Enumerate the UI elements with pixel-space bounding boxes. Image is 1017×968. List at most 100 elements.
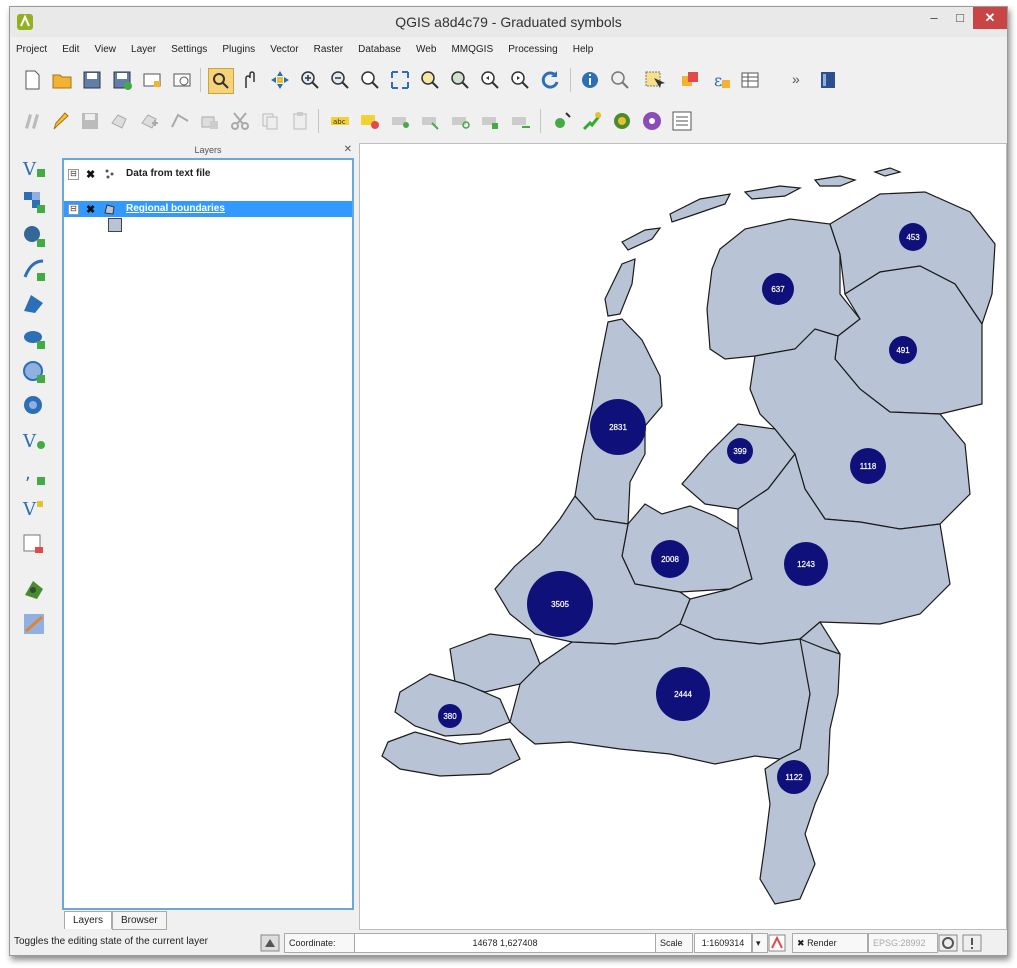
- zoom-full-icon[interactable]: [388, 68, 412, 92]
- pan-map-touch-icon[interactable]: [208, 68, 234, 94]
- field-calculator-icon[interactable]: ε: [708, 68, 732, 92]
- label-move-icon[interactable]: [418, 109, 442, 133]
- menu-database[interactable]: Database: [352, 41, 407, 59]
- new-shapefile-icon[interactable]: V: [21, 495, 47, 521]
- add-raster-layer-icon[interactable]: [21, 189, 47, 215]
- add-wms-layer-icon[interactable]: [21, 359, 47, 385]
- pan-to-selection-icon[interactable]: [268, 68, 292, 92]
- zoom-in-icon[interactable]: [298, 68, 322, 92]
- add-mssql-layer-icon[interactable]: [21, 291, 47, 317]
- menu-web[interactable]: Web: [410, 41, 442, 59]
- georeferencer-icon[interactable]: [580, 109, 604, 133]
- zoom-actual-icon[interactable]: [358, 68, 382, 92]
- layer-item-regional-boundaries[interactable]: ⊟ ✖ Regional boundaries: [64, 201, 352, 217]
- label-show-hide-icon[interactable]: [388, 109, 412, 133]
- menu-settings[interactable]: Settings: [165, 41, 213, 59]
- toggle-editing-icon[interactable]: [48, 109, 72, 133]
- add-postgis-layer-icon[interactable]: [21, 223, 47, 249]
- scale-combo[interactable]: 1:1609314: [694, 933, 752, 953]
- coordinate-toggle-icon[interactable]: [260, 934, 280, 952]
- select-icon[interactable]: [642, 68, 666, 92]
- menu-project[interactable]: Project: [10, 41, 53, 59]
- layer-tree[interactable]: ⊟ ✖ Data from text file ⊟ ✖ Regional bou…: [62, 158, 354, 910]
- add-feature-icon[interactable]: [108, 109, 132, 133]
- zoom-next-icon[interactable]: [508, 68, 532, 92]
- label-pin-icon[interactable]: [358, 109, 382, 133]
- menu-layer[interactable]: Layer: [125, 41, 162, 59]
- composer-manager-icon[interactable]: [170, 68, 194, 92]
- measure-icon[interactable]: [608, 68, 632, 92]
- add-wfs-layer-icon[interactable]: V: [21, 427, 47, 453]
- label-change-icon[interactable]: [478, 109, 502, 133]
- add-wcs-layer-icon[interactable]: [21, 393, 47, 419]
- menu-edit[interactable]: Edit: [56, 41, 85, 59]
- menu-vector[interactable]: Vector: [264, 41, 304, 59]
- collapse-icon[interactable]: ⊟: [68, 204, 79, 215]
- attribute-table-icon[interactable]: [738, 68, 762, 92]
- new-print-composer-icon[interactable]: [140, 68, 164, 92]
- maximize-button[interactable]: □: [947, 7, 973, 29]
- processing-icon[interactable]: [670, 109, 694, 133]
- zoom-last-icon[interactable]: [478, 68, 502, 92]
- paste-features-icon[interactable]: [288, 109, 312, 133]
- menu-help[interactable]: Help: [567, 41, 600, 59]
- polygon-layer-icon: [104, 204, 115, 215]
- add-delimited-text-icon[interactable]: ,: [21, 461, 47, 487]
- add-oracle-layer-icon[interactable]: [21, 325, 47, 351]
- osm-plugin-icon[interactable]: [610, 109, 634, 133]
- zoom-to-layer-icon[interactable]: [448, 68, 472, 92]
- new-project-icon[interactable]: [20, 68, 44, 92]
- deselect-icon[interactable]: [678, 68, 702, 92]
- open-project-icon[interactable]: [50, 68, 74, 92]
- menu-view[interactable]: View: [88, 41, 122, 59]
- label-layer-icon[interactable]: [508, 109, 532, 133]
- identify-icon[interactable]: [578, 68, 602, 92]
- zoom-out-icon[interactable]: [328, 68, 352, 92]
- gps-icon[interactable]: [640, 109, 664, 133]
- chevron-down-icon[interactable]: ▾: [752, 933, 768, 953]
- remove-layer-icon[interactable]: [21, 531, 47, 557]
- symbol-label: 399: [733, 447, 747, 456]
- add-oracle-georaster-icon[interactable]: [21, 577, 47, 603]
- add-vector-layer-icon[interactable]: V: [21, 155, 47, 181]
- copy-features-icon[interactable]: [258, 109, 282, 133]
- move-feature-icon[interactable]: [138, 109, 162, 133]
- zoom-to-selection-icon[interactable]: [418, 68, 442, 92]
- save-project-icon[interactable]: [80, 68, 104, 92]
- cut-features-icon[interactable]: [228, 109, 252, 133]
- node-tool-icon[interactable]: [168, 109, 192, 133]
- refresh-icon[interactable]: [538, 68, 562, 92]
- save-edits-icon[interactable]: [78, 109, 102, 133]
- rotation-icon[interactable]: [768, 934, 786, 952]
- map-canvas[interactable]: 2831 637 453 491 1118 399 1243 2008 3505 2444 380 1…: [359, 143, 1007, 930]
- menu-processing[interactable]: Processing: [502, 41, 563, 59]
- minimize-button[interactable]: –: [921, 7, 947, 29]
- label-rotate-icon[interactable]: [448, 109, 472, 133]
- menu-mmqgis[interactable]: MMQGIS: [445, 41, 499, 59]
- panel-close-icon[interactable]: ✕: [344, 143, 352, 157]
- visibility-checkbox[interactable]: ✖: [86, 167, 95, 183]
- projection-icon[interactable]: [938, 934, 958, 952]
- coordinate-input[interactable]: 14678 1,627408: [354, 933, 656, 953]
- menu-raster[interactable]: Raster: [308, 41, 349, 59]
- add-spatialite-layer-icon[interactable]: [21, 257, 47, 283]
- spatial-bookmark-icon[interactable]: [550, 109, 574, 133]
- current-edits-icon[interactable]: [20, 109, 44, 133]
- tab-browser[interactable]: Browser: [112, 911, 167, 930]
- add-sql-anywhere-icon[interactable]: [21, 611, 47, 637]
- messages-icon[interactable]: [962, 934, 982, 952]
- menu-plugins[interactable]: Plugins: [216, 41, 261, 59]
- visibility-checkbox[interactable]: ✖: [86, 202, 95, 218]
- layer-item-data-from-text-file[interactable]: ⊟ ✖ Data from text file: [64, 166, 352, 182]
- help-book-icon[interactable]: [816, 68, 840, 92]
- label-icon[interactable]: abc: [328, 109, 352, 133]
- render-checkbox[interactable]: ✖ Render: [792, 933, 868, 953]
- delete-selected-icon[interactable]: [198, 109, 222, 133]
- crs-button[interactable]: EPSG:28992: [868, 933, 938, 953]
- save-as-icon[interactable]: [110, 68, 134, 92]
- collapse-icon[interactable]: ⊟: [68, 169, 79, 180]
- tab-layers[interactable]: Layers: [64, 911, 113, 929]
- more-icon[interactable]: »: [792, 71, 800, 87]
- pan-icon[interactable]: [238, 68, 262, 92]
- close-button[interactable]: ✕: [973, 7, 1007, 29]
